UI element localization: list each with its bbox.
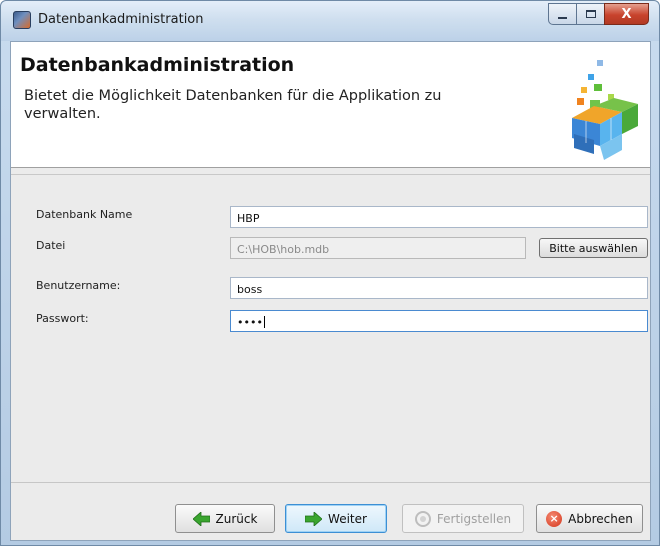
finish-button[interactable]: Fertigstellen [402,504,524,533]
finish-button-label: Fertigstellen [436,511,512,526]
app-icon [13,11,31,29]
minimize-button[interactable] [548,3,577,25]
close-icon: X [621,6,632,22]
caption-buttons: X [548,3,649,25]
arrow-right-icon [305,511,323,526]
title-bar[interactable]: Datenbankadministration X [1,1,659,41]
footer-divider [11,482,650,483]
username-label: Benutzername: [36,279,121,292]
password-label: Passwort: [36,312,89,325]
cancel-button-label: Abbrechen [568,511,633,526]
username-input[interactable]: boss [230,277,648,299]
db-name-label: Datenbank Name [36,208,133,221]
header-divider [11,174,650,175]
back-button[interactable]: Zurück [175,504,275,533]
file-path-input[interactable]: C:\HOB\hob.mdb [230,237,526,259]
back-button-label: Zurück [215,511,258,526]
close-button[interactable]: X [604,3,649,25]
db-name-input[interactable]: HBP [230,206,648,228]
wizard-header: Datenbankadministration Bietet die Mögli… [11,42,650,168]
text-caret [263,316,265,328]
dialog-window: Datenbankadministration X Datenbankadmin… [0,0,660,546]
minimize-icon [558,17,567,19]
password-mask: •••• [237,316,263,329]
page-title: Datenbankadministration [20,54,295,76]
password-input[interactable]: •••• [230,310,648,332]
cancel-icon: × [546,510,563,527]
page-description: Bietet die Möglichkeit Datenbanken für d… [24,88,442,122]
gear-icon [414,510,431,527]
window-title: Datenbankadministration [38,12,204,27]
maximize-icon [585,10,596,18]
maximize-button[interactable] [576,3,605,25]
dialog-client-area: Datenbankadministration Bietet die Mögli… [10,41,651,541]
next-button-label: Weiter [328,511,367,526]
browse-button[interactable]: Bitte auswählen [539,238,648,258]
cancel-button[interactable]: × Abbrechen [536,504,643,533]
arrow-left-icon [192,511,210,526]
next-button[interactable]: Weiter [285,504,387,533]
file-label: Datei [36,239,66,252]
database-cubes-icon [572,60,638,160]
